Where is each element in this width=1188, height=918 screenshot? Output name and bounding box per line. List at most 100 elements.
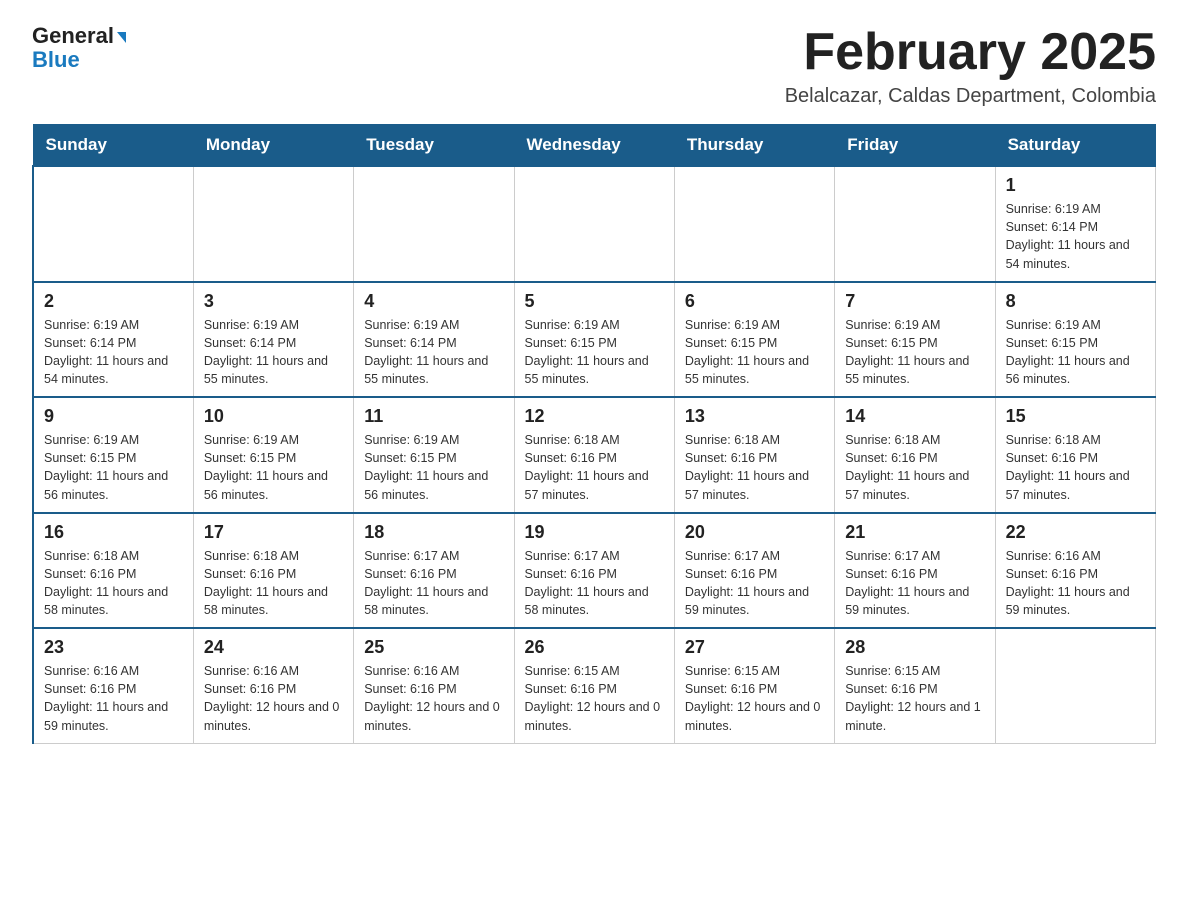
- calendar-cell: 25Sunrise: 6:16 AM Sunset: 6:16 PM Dayli…: [354, 628, 514, 743]
- day-number: 7: [845, 291, 984, 312]
- day-info: Sunrise: 6:18 AM Sunset: 6:16 PM Dayligh…: [525, 431, 664, 504]
- day-of-week-header: Friday: [835, 125, 995, 167]
- calendar-cell: 21 Sunrise: 6:17 AM Sunset: 6:16 PM Dayli…: [835, 513, 995, 629]
- logo-text: General Blue: [32, 24, 126, 72]
- day-info: Sunrise: 6:15 AM Sunset: 6:16 PM Dayligh…: [685, 662, 824, 735]
- day-info: Sunrise: 6:17 AM Sunset: 6:16 PM Dayligh…: [845, 547, 984, 620]
- day-info: Sunrise: 6:17 AM Sunset: 6:16 PM Dayligh…: [525, 547, 664, 620]
- day-info: Sunrise: 6:19 AM Sunset: 6:15 PM Dayligh…: [364, 431, 503, 504]
- calendar-cell: 26 Sunrise: 6:15 AM Sunset: 6:16 PM Dayli…: [514, 628, 674, 743]
- day-number: 18: [364, 522, 503, 543]
- day-number: 12: [525, 406, 664, 427]
- day-info: Sunrise: 6:18 AM Sunset: 6:16 PM Dayligh…: [204, 547, 343, 620]
- day-info: Sunrise: 6:16 AM Sunset: 6:16 PM Dayligh…: [44, 662, 183, 735]
- calendar-cell: [674, 166, 834, 282]
- day-number: 19: [525, 522, 664, 543]
- day-info: Sunrise: 6:17 AM Sunset: 6:16 PM Dayligh…: [685, 547, 824, 620]
- calendar-cell: 6 Sunrise: 6:19 AM Sunset: 6:15 PM Daylig…: [674, 282, 834, 398]
- calendar-cell: [193, 166, 353, 282]
- day-info: Sunrise: 6:19 AM Sunset: 6:14 PM Dayligh…: [1006, 200, 1145, 273]
- day-info: Sunrise: 6:15 AM Sunset: 6:16 PM Dayligh…: [845, 662, 984, 735]
- day-info: Sunrise: 6:19 AM Sunset: 6:15 PM Dayligh…: [204, 431, 343, 504]
- calendar-cell: [995, 628, 1155, 743]
- day-number: 15: [1006, 406, 1145, 427]
- calendar-cell: 17 Sunrise: 6:18 AM Sunset: 6:16 PM Dayli…: [193, 513, 353, 629]
- day-number: 11: [364, 406, 503, 427]
- calendar-cell: 10 Sunrise: 6:19 AM Sunset: 6:15 PM Dayli…: [193, 397, 353, 513]
- day-info: Sunrise: 6:19 AM Sunset: 6:14 PM Dayligh…: [364, 316, 503, 389]
- calendar-cell: 14 Sunrise: 6:18 AM Sunset: 6:16 PM Dayli…: [835, 397, 995, 513]
- day-number: 16: [44, 522, 183, 543]
- day-number: 13: [685, 406, 824, 427]
- day-number: 26: [525, 637, 664, 658]
- day-number: 2: [44, 291, 183, 312]
- day-number: 5: [525, 291, 664, 312]
- calendar-title: February 2025: [785, 24, 1156, 81]
- calendar-cell: 22 Sunrise: 6:16 AM Sunset: 6:16 PM Dayli…: [995, 513, 1155, 629]
- logo-blue: Blue: [32, 47, 80, 72]
- day-info: Sunrise: 6:18 AM Sunset: 6:16 PM Dayligh…: [685, 431, 824, 504]
- day-info: Sunrise: 6:16 AM Sunset: 6:16 PM Dayligh…: [204, 662, 343, 735]
- day-number: 22: [1006, 522, 1145, 543]
- calendar-week-row: 23 Sunrise: 6:16 AM Sunset: 6:16 PM Dayli…: [33, 628, 1156, 743]
- calendar-cell: [33, 166, 193, 282]
- day-number: 24: [204, 637, 343, 658]
- day-number: 6: [685, 291, 824, 312]
- day-of-week-header: Saturday: [995, 125, 1155, 167]
- day-info: Sunrise: 6:17 AM Sunset: 6:16 PM Dayligh…: [364, 547, 503, 620]
- day-info: Sunrise: 6:19 AM Sunset: 6:14 PM Dayligh…: [204, 316, 343, 389]
- day-number: 4: [364, 291, 503, 312]
- day-number: 1: [1006, 175, 1145, 196]
- day-of-week-header: Wednesday: [514, 125, 674, 167]
- day-info: Sunrise: 6:15 AM Sunset: 6:16 PM Dayligh…: [525, 662, 664, 735]
- day-number: 17: [204, 522, 343, 543]
- day-number: 8: [1006, 291, 1145, 312]
- calendar-cell: 12 Sunrise: 6:18 AM Sunset: 6:16 PM Dayli…: [514, 397, 674, 513]
- calendar-cell: 15 Sunrise: 6:18 AM Sunset: 6:16 PM Dayli…: [995, 397, 1155, 513]
- day-number: 10: [204, 406, 343, 427]
- day-info: Sunrise: 6:19 AM Sunset: 6:15 PM Dayligh…: [685, 316, 824, 389]
- calendar-week-row: 2 Sunrise: 6:19 AM Sunset: 6:14 PM Daylig…: [33, 282, 1156, 398]
- day-of-week-header: Thursday: [674, 125, 834, 167]
- day-info: Sunrise: 6:16 AM Sunset: 6:16 PM Dayligh…: [364, 662, 503, 735]
- day-number: 27: [685, 637, 824, 658]
- day-info: Sunrise: 6:19 AM Sunset: 6:15 PM Dayligh…: [525, 316, 664, 389]
- calendar-cell: 13 Sunrise: 6:18 AM Sunset: 6:16 PM Dayli…: [674, 397, 834, 513]
- logo: General Blue: [32, 24, 126, 72]
- logo-general: General: [32, 23, 114, 48]
- calendar-cell: 20Sunrise: 6:17 AM Sunset: 6:16 PM Dayli…: [674, 513, 834, 629]
- calendar-week-row: 16 Sunrise: 6:18 AM Sunset: 6:16 PM Dayli…: [33, 513, 1156, 629]
- calendar-subtitle: Belalcazar, Caldas Department, Colombia: [785, 85, 1156, 108]
- calendar-cell: 11 Sunrise: 6:19 AM Sunset: 6:15 PM Dayli…: [354, 397, 514, 513]
- day-number: 23: [44, 637, 183, 658]
- day-info: Sunrise: 6:19 AM Sunset: 6:15 PM Dayligh…: [1006, 316, 1145, 389]
- day-number: 9: [44, 406, 183, 427]
- day-info: Sunrise: 6:18 AM Sunset: 6:16 PM Dayligh…: [44, 547, 183, 620]
- calendar-cell: 19 Sunrise: 6:17 AM Sunset: 6:16 PM Dayli…: [514, 513, 674, 629]
- calendar-cell: 8 Sunrise: 6:19 AM Sunset: 6:15 PM Daylig…: [995, 282, 1155, 398]
- calendar-week-row: 1 Sunrise: 6:19 AM Sunset: 6:14 PM Daylig…: [33, 166, 1156, 282]
- calendar-cell: 7 Sunrise: 6:19 AM Sunset: 6:15 PM Daylig…: [835, 282, 995, 398]
- calendar-cell: [354, 166, 514, 282]
- calendar-cell: 3Sunrise: 6:19 AM Sunset: 6:14 PM Daylig…: [193, 282, 353, 398]
- day-of-week-header: Tuesday: [354, 125, 514, 167]
- day-info: Sunrise: 6:18 AM Sunset: 6:16 PM Dayligh…: [1006, 431, 1145, 504]
- day-info: Sunrise: 6:19 AM Sunset: 6:15 PM Dayligh…: [44, 431, 183, 504]
- calendar-cell: 1 Sunrise: 6:19 AM Sunset: 6:14 PM Daylig…: [995, 166, 1155, 282]
- logo-arrow-icon: [117, 32, 126, 43]
- calendar-cell: 2 Sunrise: 6:19 AM Sunset: 6:14 PM Daylig…: [33, 282, 193, 398]
- calendar-cell: [514, 166, 674, 282]
- day-info: Sunrise: 6:19 AM Sunset: 6:14 PM Dayligh…: [44, 316, 183, 389]
- day-number: 21: [845, 522, 984, 543]
- day-info: Sunrise: 6:18 AM Sunset: 6:16 PM Dayligh…: [845, 431, 984, 504]
- day-info: Sunrise: 6:19 AM Sunset: 6:15 PM Dayligh…: [845, 316, 984, 389]
- day-number: 14: [845, 406, 984, 427]
- day-number: 28: [845, 637, 984, 658]
- day-of-week-header: Sunday: [33, 125, 193, 167]
- calendar-cell: 16 Sunrise: 6:18 AM Sunset: 6:16 PM Dayli…: [33, 513, 193, 629]
- calendar-cell: 23 Sunrise: 6:16 AM Sunset: 6:16 PM Dayli…: [33, 628, 193, 743]
- page-header: General Blue February 2025 Belalcazar, C…: [32, 24, 1156, 108]
- calendar-cell: [835, 166, 995, 282]
- day-info: Sunrise: 6:16 AM Sunset: 6:16 PM Dayligh…: [1006, 547, 1145, 620]
- calendar-cell: 9 Sunrise: 6:19 AM Sunset: 6:15 PM Daylig…: [33, 397, 193, 513]
